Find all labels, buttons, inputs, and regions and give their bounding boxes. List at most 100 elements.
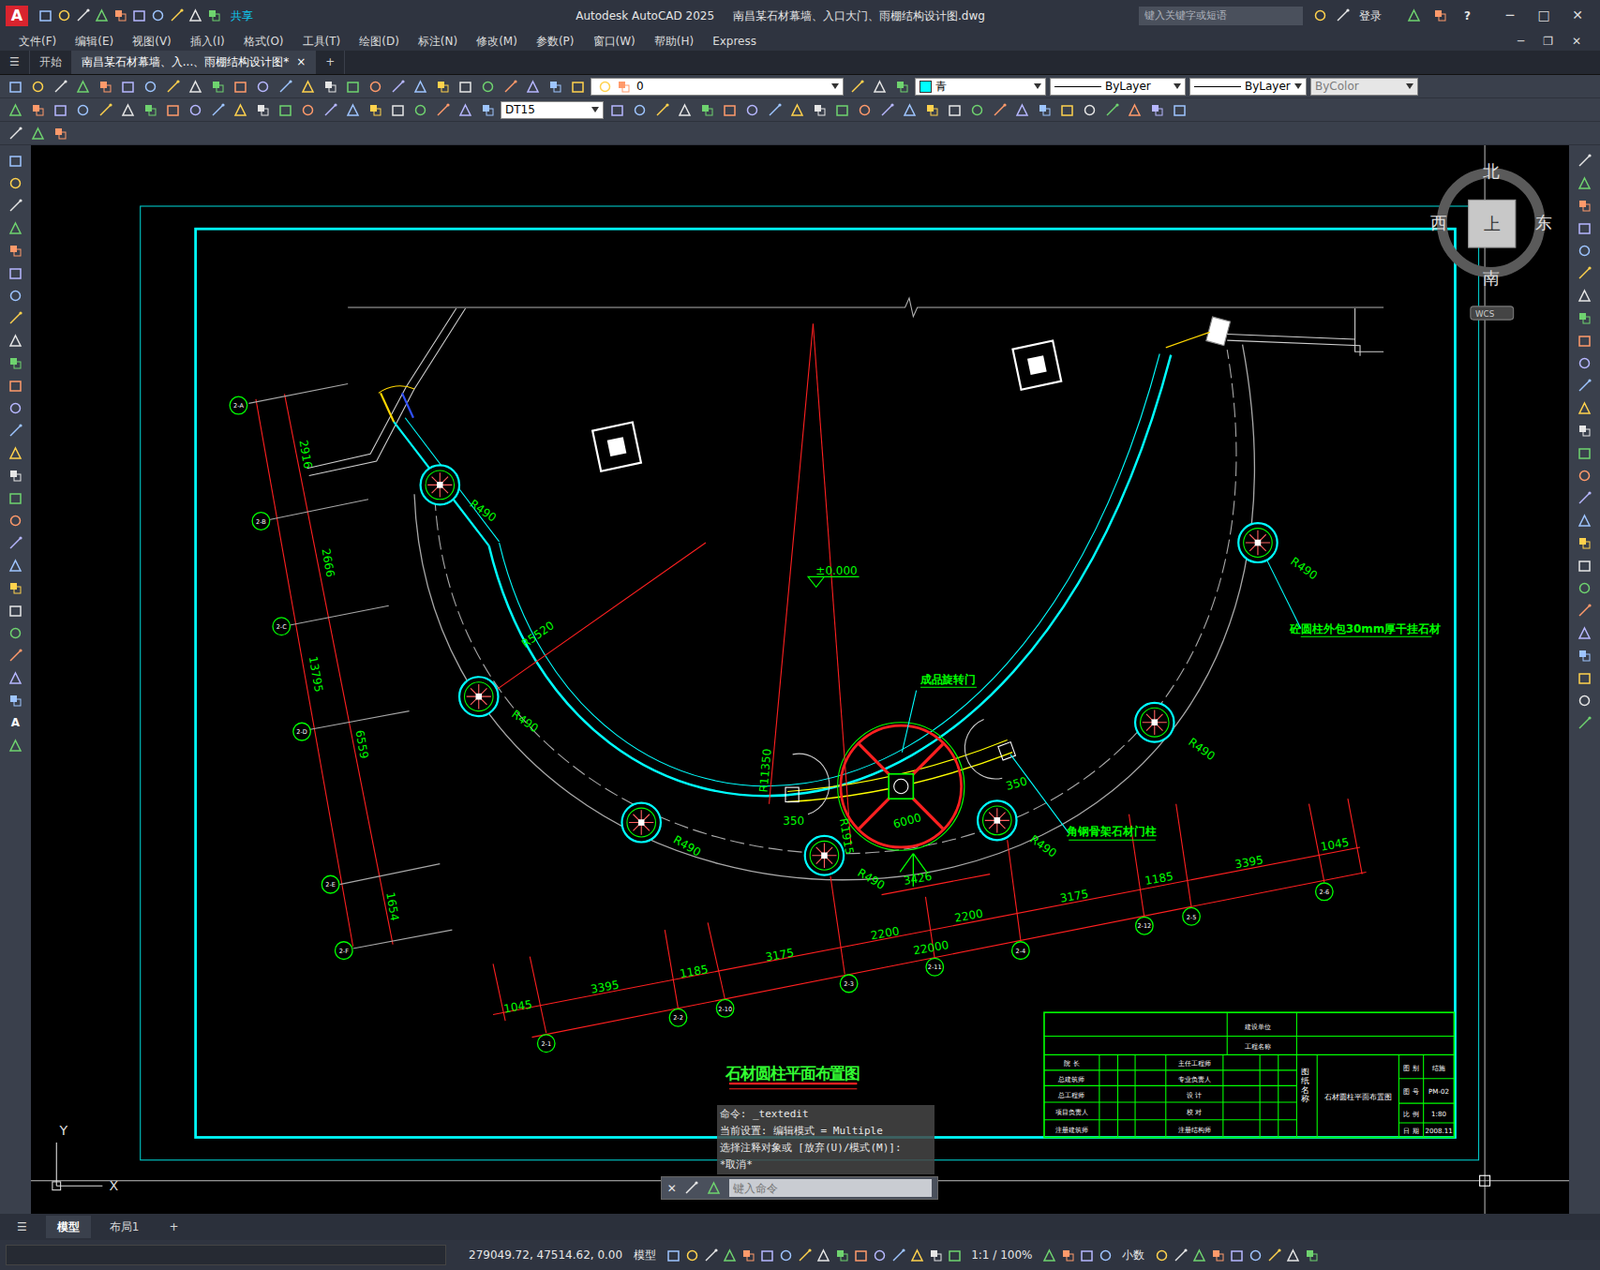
- autocad-logo[interactable]: A: [5, 5, 29, 27]
- modify-icon[interactable]: [1575, 488, 1595, 508]
- grid-bubble[interactable]: [229, 396, 248, 415]
- dimension-text[interactable]: 6559: [352, 729, 371, 761]
- modify-tool-icon[interactable]: [674, 100, 694, 120]
- dimension-text[interactable]: ±0.000: [815, 564, 857, 578]
- dimension-text[interactable]: R490: [466, 496, 499, 525]
- dimension-tool-icon[interactable]: [50, 100, 70, 120]
- dimension-text[interactable]: R490: [1185, 735, 1218, 764]
- dimension-tool-icon[interactable]: [320, 100, 340, 120]
- grid-label[interactable]: 2-11: [927, 963, 943, 972]
- toolbar-icon[interactable]: [163, 76, 182, 96]
- menu-item[interactable]: 工具(T): [293, 32, 351, 50]
- stone-column[interactable]: [459, 676, 498, 717]
- toolbar-icon[interactable]: [50, 76, 70, 96]
- toolbar-icon[interactable]: [365, 76, 385, 96]
- drawing-title[interactable]: 石材圆柱平面布置图: [724, 1064, 860, 1083]
- toolbar-icon[interactable]: [433, 76, 452, 96]
- toolbar-icon[interactable]: [185, 76, 205, 96]
- store-icon[interactable]: [1430, 6, 1450, 26]
- modify-icon[interactable]: [1575, 308, 1595, 328]
- modify-icon[interactable]: [1575, 285, 1595, 305]
- dimension-tool-icon[interactable]: [230, 100, 250, 120]
- wcs-menu[interactable]: WCS: [1475, 309, 1496, 319]
- dimension-tool-icon[interactable]: [95, 100, 115, 120]
- drawing-canvas[interactable]: 291626661379565591654R490R490R490R490R49…: [30, 145, 1571, 1214]
- modify-icon[interactable]: [1575, 218, 1595, 238]
- dimension-text[interactable]: 1185: [678, 962, 709, 981]
- toolbar-icon[interactable]: [568, 76, 587, 96]
- draw-icon[interactable]: [5, 420, 25, 440]
- draw-icon[interactable]: [5, 645, 25, 665]
- draw-icon[interactable]: [5, 488, 25, 508]
- status-icon[interactable]: [701, 1245, 720, 1265]
- title-block-text[interactable]: 注册建筑师: [1055, 1125, 1089, 1135]
- toolbar-icon[interactable]: [298, 76, 317, 96]
- dimension-text[interactable]: R490: [854, 866, 887, 893]
- menu-item[interactable]: Express: [702, 32, 766, 50]
- layer-combo[interactable]: 0: [590, 77, 844, 96]
- dimension-tool-icon[interactable]: [140, 100, 160, 120]
- status-icon[interactable]: [757, 1245, 777, 1265]
- modify-tool-icon[interactable]: [854, 100, 874, 120]
- draw-icon[interactable]: [5, 443, 25, 463]
- grid-label[interactable]: 2-D: [296, 728, 308, 736]
- layout-tab[interactable]: 布局1: [98, 1215, 151, 1239]
- title-block-text[interactable]: 建设单位: [1243, 1022, 1272, 1032]
- menu-item[interactable]: 参数(P): [526, 32, 584, 50]
- draw-icon[interactable]: [5, 690, 25, 710]
- draw-icon[interactable]: [5, 218, 25, 238]
- title-block-text[interactable]: 结施: [1432, 1063, 1446, 1073]
- grid-bubble[interactable]: [839, 974, 858, 993]
- draw-icon[interactable]: [5, 735, 25, 755]
- toolbar-icon[interactable]: [208, 76, 227, 96]
- dimension-text[interactable]: R490: [1287, 554, 1320, 584]
- grid-bubble[interactable]: [1315, 882, 1333, 901]
- toolbar-icon[interactable]: [73, 76, 92, 96]
- menu-item[interactable]: 插入(I): [180, 32, 235, 50]
- title-block-text[interactable]: 日 期: [1403, 1126, 1419, 1136]
- menu-item[interactable]: 文件(F): [9, 32, 66, 50]
- modify-icon[interactable]: [1575, 623, 1595, 643]
- dimension-tool-icon[interactable]: [433, 100, 452, 120]
- search-icon[interactable]: [1332, 6, 1352, 26]
- window-control-button[interactable]: □: [1526, 5, 1561, 26]
- modify-tool-icon[interactable]: [607, 100, 627, 120]
- ucs-y-label[interactable]: Y: [58, 1122, 68, 1138]
- modify-icon[interactable]: [1575, 668, 1595, 688]
- draw-icon[interactable]: [5, 398, 25, 418]
- draw-icon[interactable]: [5, 330, 25, 350]
- status-icon[interactable]: [1058, 1245, 1077, 1265]
- modify-tool-icon[interactable]: [922, 100, 942, 120]
- search-field[interactable]: [1138, 6, 1303, 26]
- modify-icon[interactable]: [1575, 353, 1595, 373]
- quick-access-icon[interactable]: [73, 6, 92, 26]
- status-icon[interactable]: [1076, 1245, 1096, 1265]
- lineweight-combo[interactable]: ByLayer: [1189, 77, 1307, 96]
- dimension-text[interactable]: R490: [671, 833, 703, 860]
- quick-access-icon[interactable]: [185, 6, 205, 26]
- grid-bubble[interactable]: [252, 512, 270, 531]
- stone-column[interactable]: [804, 836, 843, 876]
- draw-icon[interactable]: [5, 285, 25, 305]
- title-block-text[interactable]: 设 计: [1186, 1091, 1202, 1100]
- dimension-tool-icon[interactable]: [253, 100, 272, 120]
- annotation-label[interactable]: 角钢骨架石材门柱: [1065, 824, 1157, 838]
- layout-tab[interactable]: 模型: [45, 1215, 91, 1239]
- grid-bubble[interactable]: [716, 999, 734, 1017]
- command-input[interactable]: [729, 1179, 932, 1197]
- modify-tool-icon[interactable]: [1169, 100, 1189, 120]
- stone-column[interactable]: [977, 800, 1017, 840]
- draw-icon[interactable]: [5, 150, 25, 170]
- layouts-menu-button[interactable]: ☰: [5, 1215, 39, 1239]
- command-line[interactable]: ✕: [660, 1176, 939, 1200]
- dimension-text[interactable]: R1915: [836, 817, 855, 856]
- compass-north[interactable]: 北: [1481, 162, 1499, 181]
- quick-access-icon[interactable]: [110, 6, 130, 26]
- modify-icon[interactable]: [1575, 330, 1595, 350]
- document-control-button[interactable]: ❐: [1533, 32, 1563, 50]
- dimension-text[interactable]: 6000: [891, 810, 923, 832]
- title-block-text[interactable]: PM-02: [1428, 1087, 1450, 1096]
- toolbar-icon[interactable]: [388, 76, 407, 96]
- status-icon[interactable]: [1151, 1245, 1171, 1265]
- toolbar-icon[interactable]: [410, 76, 430, 96]
